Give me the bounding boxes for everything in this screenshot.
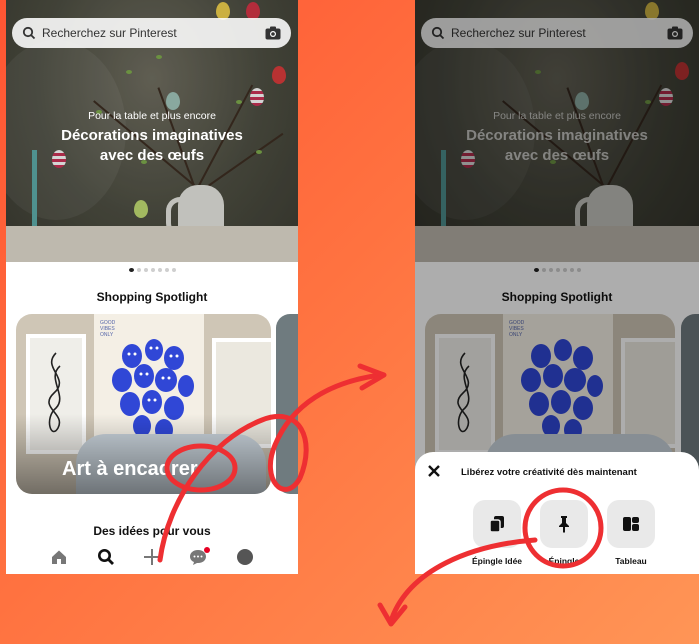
nav-messages[interactable] (188, 547, 211, 567)
plus-icon (143, 549, 160, 565)
card-label: Art à encadrer (62, 458, 198, 480)
spotlight-card[interactable]: GOOD VIBES ONLY Art à encadrer (16, 314, 271, 494)
home-icon (52, 550, 67, 564)
carousel-dots (6, 268, 298, 272)
camera-icon[interactable] (265, 26, 281, 40)
idea-pin-icon (489, 516, 504, 533)
nav-create[interactable] (142, 547, 162, 567)
nav-home[interactable] (49, 547, 69, 567)
phone-screen-create-sheet: Pour la table et plus encore Décorations… (415, 0, 699, 574)
board-label: Tableau (615, 556, 647, 566)
idea-pin-label: Épingle Idée (471, 556, 523, 566)
board-button[interactable] (607, 500, 655, 548)
sheet-title: Libérez votre créativité dès maintenant (461, 467, 637, 478)
pushpin-icon (559, 516, 569, 533)
spotlight-card-next[interactable] (276, 314, 298, 494)
pin-button[interactable] (540, 500, 588, 548)
hero-title: Décorations imaginatives avec des œufs (61, 127, 243, 164)
search-icon (97, 549, 114, 565)
avatar (236, 549, 253, 565)
ideas-title: Des idées pour vous (93, 524, 211, 538)
section-title: Shopping Spotlight (96, 290, 208, 304)
search-icon (22, 26, 36, 40)
idea-pin-button[interactable] (473, 500, 521, 548)
search-placeholder: Recherchez sur Pinterest (42, 26, 177, 40)
board-icon (623, 517, 639, 531)
nav-search[interactable] (96, 547, 116, 567)
hero-subtitle: Pour la table et plus encore (88, 110, 216, 122)
create-sheet: Libérez votre créativité dès maintenant … (415, 452, 699, 574)
arrow-head (377, 602, 408, 627)
pin-label: Épingle (548, 556, 580, 566)
notification-dot (204, 547, 211, 553)
arrow-head (357, 363, 387, 391)
phone-screen-home: Pour la table et plus encore Décorations… (6, 0, 298, 574)
search-bar[interactable]: Recherchez sur Pinterest (12, 18, 291, 48)
close-icon[interactable] (427, 464, 441, 478)
bottom-nav (6, 540, 298, 574)
nav-profile[interactable] (235, 547, 255, 567)
